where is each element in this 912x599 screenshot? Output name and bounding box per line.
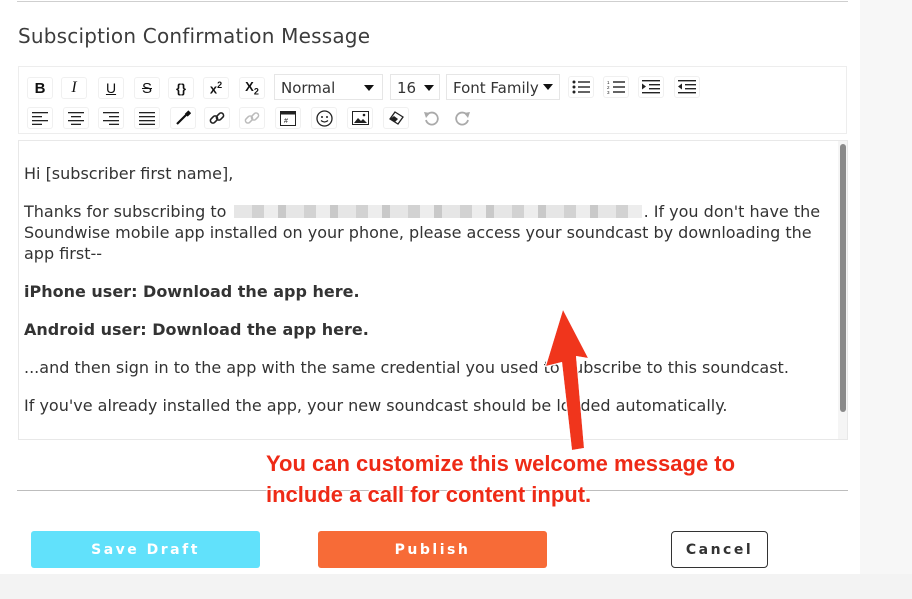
svg-text:#: # [284, 118, 288, 125]
font-family-value: Font Family [453, 79, 539, 97]
chevron-down-icon [364, 85, 374, 91]
message-editor[interactable]: Hi [subscriber first name], Thanks for s… [18, 140, 848, 440]
thanks-text: Thanks for subscribing to [24, 202, 227, 221]
unlink-icon[interactable] [239, 107, 265, 129]
align-justify-icon[interactable] [134, 107, 160, 129]
image-icon[interactable] [347, 107, 373, 129]
ordered-list-icon[interactable]: 123 [603, 76, 629, 98]
editor-toolbar: B I U S {} x2 X2 Normal 16 Font Family 1… [18, 66, 847, 134]
right-gutter [860, 0, 912, 599]
annotation-line-1: You can customize this welcome message t… [266, 451, 736, 476]
subscript-icon[interactable]: X2 [239, 77, 265, 99]
font-size-select[interactable]: 16 [390, 74, 440, 100]
block-format-value: Normal [281, 79, 336, 97]
thanks-paragraph: Thanks for subscribing to . If you don't… [24, 201, 824, 264]
redo-icon[interactable] [450, 107, 476, 129]
superscript-icon[interactable]: x2 [203, 77, 229, 99]
outdent-icon[interactable] [674, 76, 700, 98]
iphone-download-link[interactable]: iPhone user: Download the app here. [24, 282, 360, 301]
android-download-link[interactable]: Android user: Download the app here. [24, 320, 369, 339]
annotation-line-2: include a call for content input. [266, 482, 592, 507]
align-left-icon[interactable] [27, 107, 53, 129]
font-family-select[interactable]: Font Family [446, 74, 560, 100]
android-paragraph: Android user: Download the app here. [24, 319, 824, 340]
editor-content[interactable]: Hi [subscriber first name], Thanks for s… [24, 163, 824, 433]
bottom-strip [0, 574, 912, 599]
code-icon[interactable]: {} [168, 77, 194, 99]
redacted-soundcast-name [233, 205, 642, 218]
cancel-button[interactable]: Cancel [671, 531, 768, 568]
underline-icon[interactable]: U [98, 77, 124, 99]
iphone-paragraph: iPhone user: Download the app here. [24, 281, 824, 302]
bold-icon[interactable]: B [27, 77, 53, 99]
installed-paragraph: If you've already installed the app, you… [24, 396, 728, 415]
svg-text:3: 3 [607, 90, 610, 94]
undo-icon[interactable] [418, 107, 444, 129]
link-icon[interactable] [204, 107, 230, 129]
scrollbar-thumb[interactable] [840, 144, 846, 412]
align-right-icon[interactable] [98, 107, 124, 129]
indent-icon[interactable] [638, 76, 664, 98]
chevron-down-icon [424, 85, 434, 91]
chevron-down-icon [543, 84, 553, 90]
color-picker-icon[interactable] [170, 107, 196, 129]
greeting-paragraph: Hi [subscriber first name], [24, 164, 234, 183]
emoji-icon[interactable] [311, 107, 337, 129]
section-title: Subsciption Confirmation Message [18, 24, 371, 48]
italic-icon[interactable]: I [61, 77, 87, 99]
publish-button[interactable]: Publish [318, 531, 547, 568]
block-format-select[interactable]: Normal [274, 74, 383, 100]
eraser-icon[interactable] [383, 107, 409, 129]
save-draft-button[interactable]: Save Draft [31, 531, 260, 568]
signin-paragraph: ...and then sign in to the app with the … [24, 358, 789, 377]
font-size-value: 16 [397, 79, 417, 97]
divider [17, 1, 848, 2]
embedded-icon[interactable]: # [275, 107, 301, 129]
annotation-text: You can customize this welcome message t… [266, 448, 826, 510]
strikethrough-icon[interactable]: S [134, 77, 160, 99]
unordered-list-icon[interactable] [568, 76, 594, 98]
annotation-arrow-icon [546, 310, 588, 450]
align-center-icon[interactable] [63, 107, 89, 129]
